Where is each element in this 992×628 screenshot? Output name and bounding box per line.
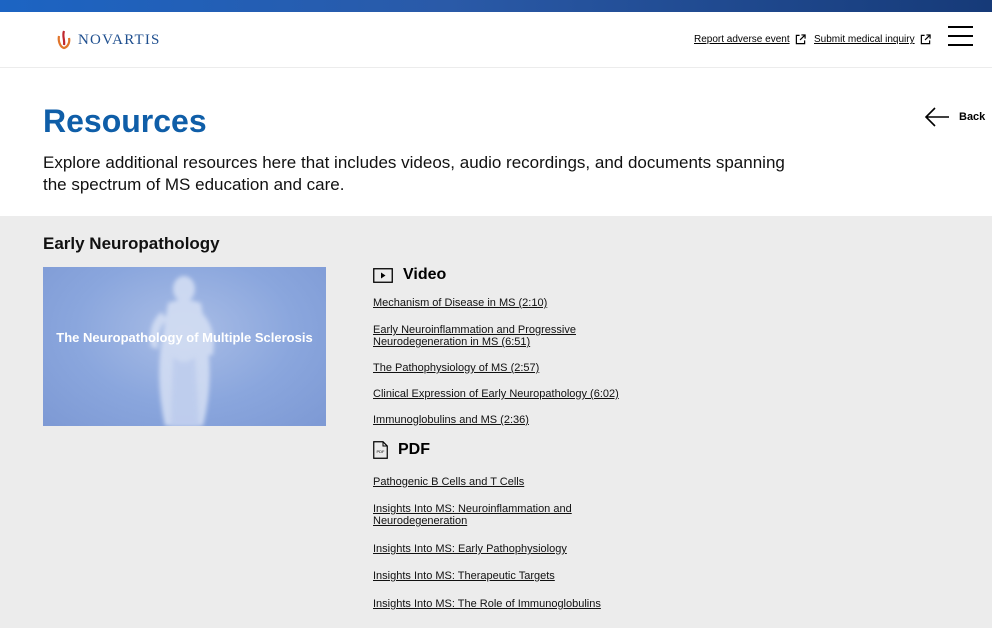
video-thumbnail[interactable]: The Neuropathology of Multiple Sclerosis xyxy=(43,267,326,426)
page-title: Resources xyxy=(43,103,207,139)
svg-text:PDF: PDF xyxy=(377,449,386,454)
pdf-link-role-of-immunoglobulins[interactable]: Insights Into MS: The Role of Immunoglob… xyxy=(373,598,601,610)
page-description: Explore additional resources here that i… xyxy=(43,153,785,194)
pdf-group-heading: PDF PDF xyxy=(373,441,430,459)
novartis-flame-icon xyxy=(57,30,71,50)
back-button[interactable]: Back xyxy=(924,106,985,128)
external-link-icon xyxy=(920,34,931,45)
pdf-icon: PDF xyxy=(373,441,388,459)
pdf-link-neuroinflammation-neurodegeneration[interactable]: Insights Into MS: Neuroinflammation and … xyxy=(373,503,593,527)
back-label: Back xyxy=(959,111,986,123)
site-header: NOVARTIS Report adverse event Submit med… xyxy=(0,12,992,68)
hamburger-menu-icon[interactable] xyxy=(948,26,973,46)
early-neuropathology-section: Early Neuropathology The Neuropathology … xyxy=(0,216,992,628)
pdf-heading: PDF xyxy=(398,441,430,458)
pdf-link-early-pathophysiology[interactable]: Insights Into MS: Early Pathophysiology xyxy=(373,543,567,555)
play-icon xyxy=(373,267,393,283)
submit-medical-inquiry-label: Submit medical inquiry xyxy=(814,34,915,45)
top-accent-bar xyxy=(0,0,992,12)
video-link-pathophysiology[interactable]: The Pathophysiology of MS (2:57) xyxy=(373,362,539,374)
pdf-link-therapeutic-targets[interactable]: Insights Into MS: Therapeutic Targets xyxy=(373,570,555,582)
report-adverse-event-link[interactable]: Report adverse event xyxy=(694,34,806,45)
submit-medical-inquiry-link[interactable]: Submit medical inquiry xyxy=(814,34,931,45)
video-group-heading: Video xyxy=(373,266,446,284)
novartis-logo[interactable]: NOVARTIS xyxy=(56,29,161,51)
video-link-clinical-expression[interactable]: Clinical Expression of Early Neuropathol… xyxy=(373,388,619,400)
page-hero: Resources Explore additional resources h… xyxy=(0,68,992,216)
external-link-icon xyxy=(795,34,806,45)
thumbnail-caption: The Neuropathology of Multiple Sclerosis xyxy=(56,330,313,345)
logo-text: NOVARTIS xyxy=(78,31,161,48)
arrow-left-icon xyxy=(924,107,949,127)
pdf-link-pathogenic-b-t-cells[interactable]: Pathogenic B Cells and T Cells xyxy=(373,476,524,488)
video-heading: Video xyxy=(403,266,447,283)
section-title: Early Neuropathology xyxy=(43,234,220,253)
video-link-early-neuroinflammation[interactable]: Early Neuroinflammation and Progressive … xyxy=(373,324,593,348)
video-link-mechanism-of-disease[interactable]: Mechanism of Disease in MS (2:10) xyxy=(373,297,547,309)
video-link-immunoglobulins[interactable]: Immunoglobulins and MS (2:36) xyxy=(373,414,529,426)
report-adverse-event-label: Report adverse event xyxy=(694,34,790,45)
